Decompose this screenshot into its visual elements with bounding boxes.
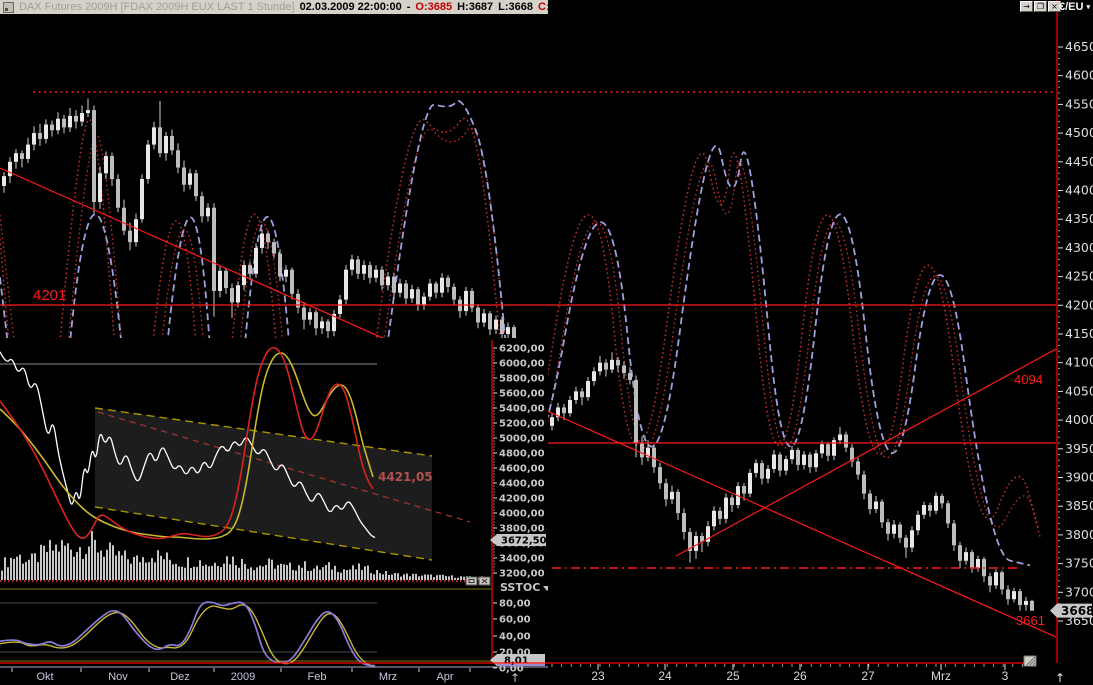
svg-text:5400,00: 5400,00: [499, 404, 545, 415]
sstoc-label[interactable]: SSTOC: [500, 581, 540, 594]
main-scroll-end-arrow[interactable]: ↑: [1055, 671, 1065, 685]
svg-text:3672,50: 3672,50: [501, 536, 547, 547]
arrow-right-button[interactable]: →: [1020, 1, 1033, 12]
svg-text:4300: 4300: [1065, 240, 1093, 255]
svg-text:5800,00: 5800,00: [499, 374, 545, 385]
svg-text:5600,00: 5600,00: [499, 389, 545, 400]
svg-text:3700: 3700: [1065, 584, 1093, 599]
svg-text:4350: 4350: [1065, 211, 1093, 226]
uptrend-label: 4094: [1014, 372, 1043, 387]
svg-text:24: 24: [658, 669, 672, 683]
svg-text:4400,00: 4400,00: [499, 479, 545, 490]
svg-text:3200,00: 3200,00: [499, 569, 545, 580]
svg-text:6000,00: 6000,00: [499, 359, 545, 370]
panel-restore-icon[interactable]: [466, 577, 477, 585]
restore-button[interactable]: ❐: [1034, 1, 1047, 12]
svg-text:3750: 3750: [1065, 556, 1093, 571]
svg-text:25: 25: [726, 669, 740, 683]
svg-text:4600: 4600: [1065, 68, 1093, 83]
svg-text:2009: 2009: [231, 671, 255, 683]
svg-text:4450: 4450: [1065, 154, 1093, 169]
quote-open: O:3685: [415, 0, 452, 14]
level-4201-label: 4201: [33, 287, 66, 304]
svg-text:4150: 4150: [1065, 326, 1093, 341]
chart-canvas[interactable]: 4201 3661 4094 4421,05 6200,00 6000,00 5800,00…: [0, 0, 1093, 685]
svg-text:3668: 3668: [1061, 604, 1093, 618]
quote-low: L:3668: [498, 0, 533, 14]
main-price-axis[interactable]: 4650 4600 4550 4500 4450 4400 4350 4300 4250 4200…: [1050, 0, 1093, 663]
svg-text:27: 27: [861, 669, 875, 683]
window-titlebar[interactable]: DAX Futures 2009H [FDAX 2009H EUX LAST 1…: [0, 0, 548, 14]
svg-text:3850: 3850: [1065, 498, 1093, 513]
svg-text:3800: 3800: [1065, 527, 1093, 542]
svg-text:4100: 4100: [1065, 355, 1093, 370]
svg-text:23: 23: [591, 669, 605, 683]
window-icon: [3, 2, 14, 13]
svg-text:Dez: Dez: [170, 671, 190, 683]
svg-text:60,00: 60,00: [499, 615, 531, 626]
inset-scroll-end-arrow[interactable]: ↑: [510, 671, 520, 685]
svg-text:5200,00: 5200,00: [499, 419, 545, 430]
svg-text:80,00: 80,00: [499, 599, 531, 610]
quote-close: C:3668: [538, 0, 548, 14]
uptrend-line[interactable]: [676, 349, 1056, 556]
svg-text:3800,00: 3800,00: [499, 524, 545, 535]
svg-text:26: 26: [793, 669, 807, 683]
svg-text:4650: 4650: [1065, 39, 1093, 54]
svg-text:Mrz: Mrz: [379, 671, 397, 683]
window-controls: → ❐ ×: [1020, 1, 1061, 12]
svg-text:Nov: Nov: [108, 671, 128, 683]
trading-app-window: 4201 3661 4094 4421,05 6200,00 6000,00 5800,00…: [0, 0, 1093, 685]
svg-text:3950: 3950: [1065, 441, 1093, 456]
window-title: DAX Futures 2009H [FDAX 2009H EUX LAST 1…: [19, 0, 295, 14]
svg-text:4550: 4550: [1065, 96, 1093, 111]
downtrend-label: 3661: [1016, 613, 1045, 628]
svg-text:4000: 4000: [1065, 412, 1093, 427]
svg-text:Mrz: Mrz: [931, 669, 951, 683]
quote-high: H:3687: [457, 0, 493, 14]
svg-text:3400,00: 3400,00: [499, 554, 545, 565]
inset-chart-window[interactable]: 4421,05 6200,00 6000,00 5800,00 5600,00 5400,…: [0, 338, 551, 685]
svg-text:4050: 4050: [1065, 383, 1093, 398]
svg-text:Apr: Apr: [436, 671, 453, 683]
currency-label: €/EU: [1059, 1, 1083, 13]
svg-text:4200: 4200: [1065, 297, 1093, 312]
svg-text:4250: 4250: [1065, 269, 1093, 284]
svg-text:3900: 3900: [1065, 470, 1093, 485]
svg-text:Feb: Feb: [308, 671, 327, 683]
svg-text:6200,00: 6200,00: [499, 344, 545, 355]
resize-grip[interactable]: [1024, 656, 1036, 666]
svg-text:4200,00: 4200,00: [499, 494, 545, 505]
svg-text:4400: 4400: [1065, 183, 1093, 198]
svg-text:3: 3: [1002, 669, 1009, 683]
svg-text:4000,00: 4000,00: [499, 509, 545, 520]
quote-datetime: 02.03.2009 22:00:00: [300, 0, 402, 14]
chevron-down-icon: ▾: [1086, 3, 1090, 11]
svg-text:4500: 4500: [1065, 125, 1093, 140]
svg-text:4800,00: 4800,00: [499, 449, 545, 460]
svg-text:5000,00: 5000,00: [499, 434, 545, 445]
currency-selector[interactable]: €/EU ▾: [1059, 1, 1090, 13]
quote-separator: -: [407, 0, 411, 14]
svg-text:Okt: Okt: [36, 671, 53, 683]
svg-text:8,01: 8,01: [504, 656, 529, 667]
svg-text:40,00: 40,00: [499, 632, 531, 643]
channel-mid-label: 4421,05: [378, 470, 433, 484]
candles-right-segment: [550, 352, 1034, 610]
svg-text:4600,00: 4600,00: [499, 464, 545, 475]
